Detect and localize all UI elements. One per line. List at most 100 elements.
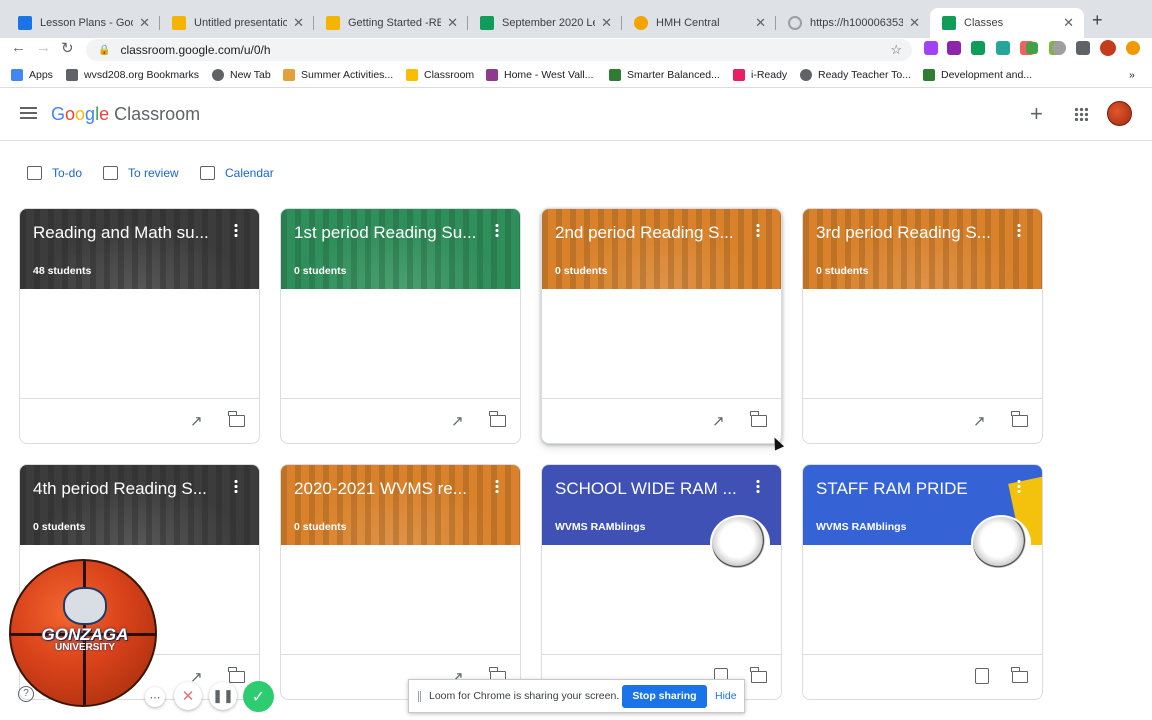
trending-icon[interactable]: ↗	[973, 412, 986, 430]
create-join-class-icon[interactable]: +	[1030, 101, 1043, 127]
close-tab-icon[interactable]: ✕	[909, 15, 920, 31]
class-options-icon[interactable]	[1017, 479, 1021, 493]
main-menu-icon[interactable]	[20, 107, 37, 119]
bookmark-folder[interactable]: wvsd208.org Bookmarks	[66, 69, 199, 81]
folder-icon[interactable]	[750, 411, 767, 427]
class-options-icon[interactable]	[495, 479, 499, 493]
class-card[interactable]: STAFF RAM PRIDE WVMS RAMblings	[802, 464, 1043, 700]
tab-title: September 2020 Less	[502, 17, 595, 29]
banner-image	[542, 209, 781, 289]
class-title[interactable]: 3rd period Reading S...	[816, 223, 1006, 243]
folder-icon[interactable]	[489, 411, 506, 427]
google-apps-icon[interactable]	[1074, 107, 1088, 121]
folder-icon[interactable]	[228, 667, 245, 683]
update-icon[interactable]	[1126, 41, 1140, 55]
folder-icon[interactable]	[228, 411, 245, 427]
class-title[interactable]: STAFF RAM PRIDE	[816, 479, 1006, 499]
class-banner	[281, 465, 520, 545]
logo-letter: o	[75, 104, 86, 124]
todo-link[interactable]: To-do	[27, 166, 82, 180]
class-title[interactable]: 1st period Reading Su...	[294, 223, 484, 243]
gonzaga-basketball-logo: GONZAGA UNIVERSITY	[9, 559, 157, 707]
class-card[interactable]: SCHOOL WIDE RAM ... WVMS RAMblings	[541, 464, 782, 700]
class-title[interactable]: 2020-2021 WVMS re...	[294, 479, 484, 499]
folder-icon[interactable]	[1011, 667, 1028, 683]
more-bookmarks-icon[interactable]: »	[1129, 69, 1135, 81]
close-tab-icon[interactable]: ✕	[755, 15, 766, 31]
class-options-icon[interactable]	[495, 223, 499, 237]
profile-avatar[interactable]	[1100, 40, 1116, 56]
bookmark-item[interactable]: New Tab	[212, 69, 271, 81]
class-card[interactable]: 1st period Reading Su... 0 students ↗	[280, 208, 521, 444]
portfolio-icon[interactable]	[975, 668, 989, 684]
class-title[interactable]: 2nd period Reading S...	[555, 223, 745, 243]
google-slides-icon	[326, 16, 340, 30]
folder-icon[interactable]	[1011, 411, 1028, 427]
class-title[interactable]: SCHOOL WIDE RAM ...	[555, 479, 745, 499]
close-tab-icon[interactable]: ✕	[139, 15, 150, 31]
loom-pause-icon[interactable]: ❚❚	[209, 682, 237, 710]
extension-icon[interactable]	[1052, 41, 1066, 55]
trending-icon[interactable]: ↗	[190, 412, 203, 430]
class-options-icon[interactable]	[1017, 223, 1021, 237]
account-avatar[interactable]	[1107, 101, 1132, 126]
browser-tab[interactable]: Lesson Plans - Google ✕	[6, 8, 160, 38]
class-subtitle: 0 students	[294, 265, 347, 277]
class-card-footer: ↗	[281, 398, 520, 443]
extension-icon[interactable]	[996, 41, 1010, 55]
class-options-icon[interactable]	[234, 223, 238, 237]
browser-tab[interactable]: Getting Started -REAL ✕	[314, 8, 468, 38]
to-review-link[interactable]: To review	[103, 166, 179, 180]
bookmark-item[interactable]: Development and...	[923, 69, 1032, 81]
trending-icon[interactable]: ↗	[712, 412, 725, 430]
browser-tab[interactable]: HMH Central ✕	[622, 8, 776, 38]
close-tab-icon[interactable]: ✕	[1063, 15, 1074, 31]
google-classroom-logo[interactable]: Google Classroom	[51, 104, 200, 125]
class-card[interactable]: Reading and Math su... 48 students ↗	[19, 208, 260, 444]
class-options-icon[interactable]	[234, 479, 238, 493]
class-card[interactable]: 2nd period Reading S... 0 students ↗	[541, 208, 782, 444]
browser-tab[interactable]: September 2020 Less ✕	[468, 8, 622, 38]
bookmark-item[interactable]: i-Ready	[733, 69, 787, 81]
loom-finish-icon[interactable]: ✓	[243, 681, 274, 712]
class-title[interactable]: Reading and Math su...	[33, 223, 223, 243]
extension-icon[interactable]	[1026, 42, 1038, 54]
class-options-icon[interactable]	[756, 479, 760, 493]
bookmark-item[interactable]: Classroom	[406, 69, 474, 81]
close-tab-icon[interactable]: ✕	[293, 15, 304, 31]
hide-button[interactable]: Hide	[715, 690, 737, 702]
bookmark-star-icon[interactable]: ☆	[890, 42, 902, 58]
browser-tab[interactable]: Untitled presentation - ✕	[160, 8, 314, 38]
browser-tab[interactable]: https://h100006353.e ✕	[776, 8, 930, 38]
close-tab-icon[interactable]: ✕	[601, 15, 612, 31]
folder-icon[interactable]	[750, 667, 767, 683]
bookmark-item[interactable]: Summer Activities...	[283, 69, 393, 81]
calendar-link[interactable]: Calendar	[200, 166, 274, 180]
class-card[interactable]: 3rd period Reading S... 0 students ↗	[802, 208, 1043, 444]
bookmark-item[interactable]: Ready Teacher To...	[800, 69, 911, 81]
stop-sharing-button[interactable]: Stop sharing	[622, 685, 707, 708]
address-bar[interactable]: 🔒 classroom.google.com/u/0/h ☆	[86, 39, 912, 61]
bookmark-item[interactable]: Home - West Vall...	[486, 69, 593, 81]
close-tab-icon[interactable]: ✕	[447, 15, 458, 31]
logo-product-name: Classroom	[114, 104, 201, 124]
help-icon[interactable]: ?	[18, 686, 34, 702]
extension-icon[interactable]	[971, 41, 985, 55]
bookmark-item[interactable]: Smarter Balanced...	[609, 69, 720, 81]
drag-handle-icon[interactable]	[418, 691, 421, 702]
reload-icon[interactable]: ↻	[61, 39, 74, 57]
extension-icon[interactable]	[924, 41, 938, 55]
class-options-icon[interactable]	[756, 223, 760, 237]
trending-icon[interactable]: ↗	[451, 412, 464, 430]
new-tab-icon[interactable]: +	[1092, 10, 1103, 31]
loom-cancel-icon[interactable]: ✕	[174, 682, 202, 710]
class-title[interactable]: 4th period Reading S...	[33, 479, 223, 499]
back-icon[interactable]: ←	[11, 39, 26, 56]
browser-tab-active[interactable]: Classes ✕	[930, 8, 1084, 38]
forward-icon[interactable]: →	[36, 39, 51, 56]
bookmark-apps[interactable]: Apps	[11, 69, 53, 81]
extensions-puzzle-icon[interactable]	[1076, 41, 1090, 55]
loom-more-icon[interactable]: ⋯	[145, 687, 165, 707]
class-card[interactable]: 2020-2021 WVMS re... 0 students ↗	[280, 464, 521, 700]
pdf-extension-icon[interactable]	[947, 41, 961, 55]
